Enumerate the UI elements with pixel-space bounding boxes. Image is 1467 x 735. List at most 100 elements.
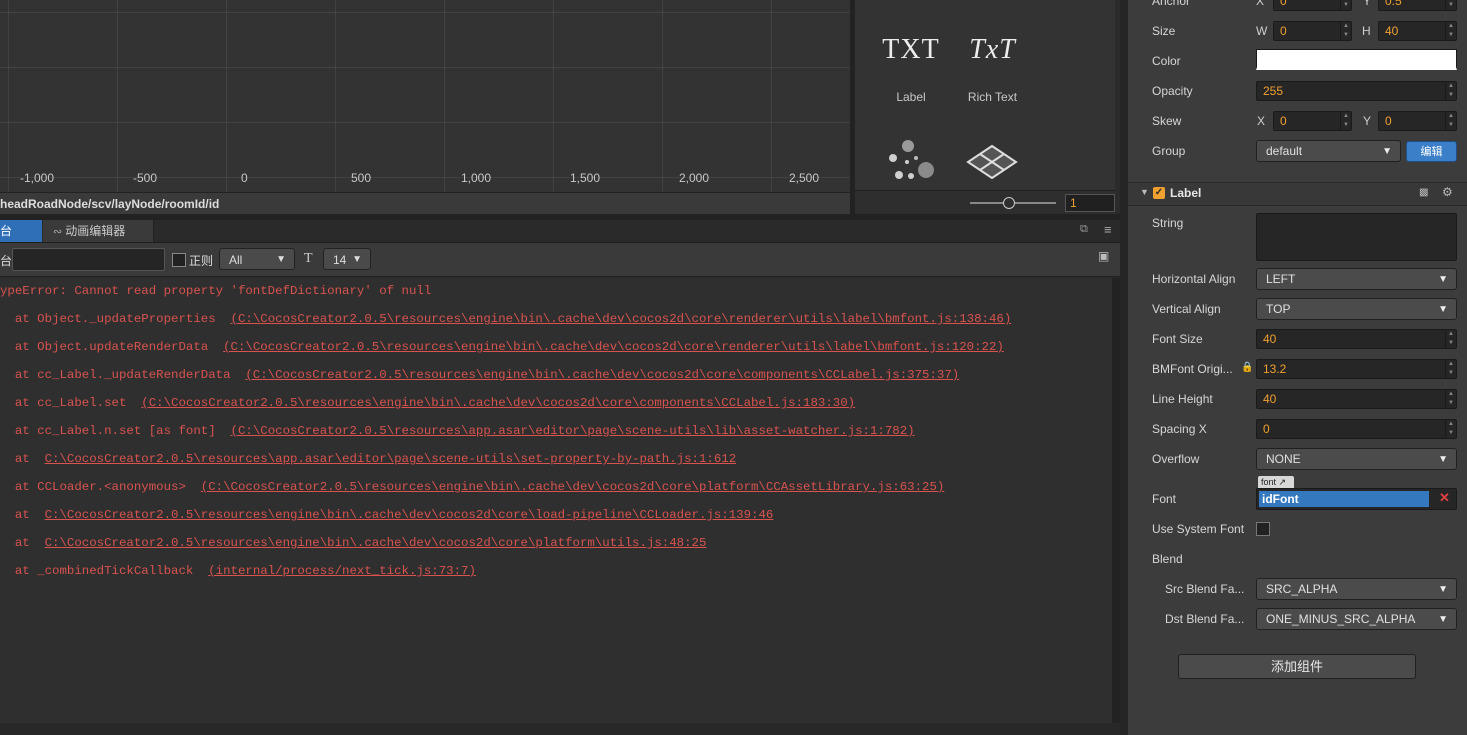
font-size-label: Font Size <box>1152 332 1203 346</box>
add-component-button[interactable]: 添加组件 <box>1178 654 1416 679</box>
collapse-arrow-icon[interactable]: ▼ <box>1140 187 1149 197</box>
line-height-label: Line Height <box>1152 392 1213 406</box>
vertical-align-label: Vertical Align <box>1152 302 1221 316</box>
anchor-y-field[interactable]: 0.5▲▼ <box>1378 0 1457 11</box>
gear-icon[interactable]: ⚙ <box>1442 185 1453 199</box>
tab-console[interactable]: 台 <box>0 220 42 242</box>
color-swatch[interactable] <box>1256 49 1457 70</box>
spacing-x-field[interactable]: 0 ▲ ▼ <box>1256 419 1457 439</box>
src-blend-select[interactable]: SRC_ALPHA ▼ <box>1256 578 1457 600</box>
font-size-field[interactable]: 40 ▲ ▼ <box>1256 329 1457 349</box>
opacity-field[interactable]: 255 ▲ ▼ <box>1256 81 1457 101</box>
size-w-field[interactable]: 0 ▲ ▼ <box>1273 21 1352 41</box>
rich-text-widget[interactable]: TxT Rich Text <box>955 34 1030 104</box>
axis-tick: 1,000 <box>461 171 492 185</box>
log-line: at cc_Label.n.set [as font] (C:\CocosCre… <box>0 424 915 438</box>
source-link[interactable]: (C:\CocosCreator2.0.5\resources\app.asar… <box>231 424 915 438</box>
tiledmap-widget-icon[interactable] <box>965 144 1019 180</box>
tab-animation-editor-label: 动画编辑器 <box>65 224 126 238</box>
use-system-font-checkbox[interactable] <box>1256 522 1270 536</box>
popout-icon[interactable]: ⧉ <box>1080 223 1088 236</box>
source-link[interactable]: (C:\CocosCreator2.0.5\resources\engine\b… <box>141 396 855 410</box>
console-toolbar: 台 正则 All ▼ T 14 ▼ ▣ <box>0 243 1120 277</box>
log-line: at cc_Label._updateRenderData (C:\CocosC… <box>0 368 960 382</box>
regex-checkbox[interactable] <box>172 253 186 267</box>
axis-tick: 2,500 <box>789 171 820 185</box>
vertical-align-select[interactable]: TOP ▼ <box>1256 298 1457 320</box>
console-footer <box>0 723 1120 735</box>
animation-icon: ∾ <box>53 226 63 238</box>
zoom-input[interactable]: 1 <box>1065 194 1115 212</box>
book-icon[interactable]: ▩ <box>1419 187 1428 198</box>
font-size-icon: T <box>304 251 313 266</box>
source-link[interactable]: (internal/process/next_tick.js:73:7) <box>208 564 476 578</box>
font-asset-type-tag: font ↗ <box>1258 476 1294 488</box>
source-link[interactable]: (C:\CocosCreator2.0.5\resources\engine\b… <box>223 340 1004 354</box>
horizontal-align-label: Horizontal Align <box>1152 272 1236 286</box>
panel-divider[interactable] <box>1120 0 1128 735</box>
regex-label: 正则 <box>189 254 214 268</box>
dst-blend-select[interactable]: ONE_MINUS_SRC_ALPHA ▼ <box>1256 608 1457 630</box>
zoom-slider-knob[interactable] <box>1003 197 1015 209</box>
source-link[interactable]: C:\CocosCreator2.0.5\resources\engine\bi… <box>45 508 774 522</box>
size-h-field[interactable]: 40 ▲ ▼ <box>1378 21 1457 41</box>
horizontal-align-select[interactable]: LEFT ▼ <box>1256 268 1457 290</box>
label-widget-label: Label <box>896 90 926 104</box>
console-filter-input[interactable] <box>12 248 165 271</box>
label-component-header[interactable]: ▼ ✓ Label ▩ ⚙ <box>1128 182 1467 206</box>
scene-view[interactable]: -1,000 -500 0 500 1,000 1,500 2,000 2,50… <box>0 0 850 192</box>
overflow-select[interactable]: NONE ▼ <box>1256 448 1457 470</box>
font-label: Font <box>1152 492 1177 506</box>
tab-animation-editor[interactable]: ∾ 动画编辑器 <box>43 220 154 242</box>
dst-blend-label: Dst Blend Fa... <box>1165 612 1245 626</box>
bmfont-size-label: BMFont Origi... <box>1152 362 1233 376</box>
anchor-x-field[interactable]: 0▲▼ <box>1273 0 1352 11</box>
source-link[interactable]: (C:\CocosCreator2.0.5\resources\engine\b… <box>201 480 945 494</box>
axis-tick: 500 <box>351 171 372 185</box>
opacity-label: Opacity <box>1152 84 1193 98</box>
group-label: Group <box>1152 144 1186 158</box>
skew-label: Skew <box>1152 114 1182 128</box>
source-link[interactable]: (C:\CocosCreator2.0.5\resources\engine\b… <box>245 368 959 382</box>
chevron-down-icon: ▼ <box>1438 304 1448 315</box>
anchor-y-axis: Y <box>1363 0 1372 8</box>
group-select[interactable]: default ▼ <box>1256 140 1401 162</box>
label-widget[interactable]: TXT Label <box>880 34 942 104</box>
skew-x-axis: X <box>1257 114 1266 128</box>
string-textarea[interactable] <box>1256 213 1457 261</box>
skew-y-field[interactable]: 0 ▲ ▼ <box>1378 111 1457 131</box>
log-level-select[interactable]: All ▼ <box>219 248 295 270</box>
font-asset-field[interactable]: idFont ✕ <box>1256 488 1457 510</box>
size-label: Size <box>1152 24 1176 38</box>
log-line: at cc_Label.set (C:\CocosCreator2.0.5\re… <box>0 396 856 410</box>
log-line: at Object.updateRenderData (C:\CocosCrea… <box>0 340 1004 354</box>
skew-x-field[interactable]: 0 ▲ ▼ <box>1273 111 1352 131</box>
bmfont-size-field[interactable]: 13.2 ▲ ▼ <box>1256 359 1457 379</box>
toolbar-clear-label[interactable]: 台 <box>0 252 12 269</box>
log-line: at C:\CocosCreator2.0.5\resources\app.as… <box>0 452 737 466</box>
group-edit-button[interactable]: 编辑 <box>1406 141 1457 162</box>
chevron-down-icon: ▼ <box>1438 454 1448 465</box>
node-path-breadcrumb: headRoadNode/scv/layNode/roomId/id <box>0 192 850 215</box>
font-size-select[interactable]: 14 ▼ <box>323 248 371 270</box>
source-link[interactable]: (C:\CocosCreator2.0.5\resources\engine\b… <box>231 312 1012 326</box>
axis-tick: -1,000 <box>20 171 55 185</box>
font-size-value: 14 <box>333 253 347 267</box>
source-link[interactable]: C:\CocosCreator2.0.5\resources\engine\bi… <box>45 536 707 550</box>
source-link[interactable]: C:\CocosCreator2.0.5\resources\app.asar\… <box>45 452 737 466</box>
log-line: at Object._updateProperties (C:\CocosCre… <box>0 312 1012 326</box>
console-log[interactable]: ypeError: Cannot read property 'fontDefD… <box>0 278 1112 723</box>
chevron-down-icon: ▼ <box>1382 146 1392 157</box>
clear-icon[interactable]: ✕ <box>1439 490 1450 506</box>
component-enabled-checkbox[interactable]: ✓ <box>1153 187 1165 199</box>
chevron-down-icon: ▼ <box>1438 584 1448 595</box>
particle-widget-icon[interactable] <box>885 136 937 184</box>
src-blend-label: Src Blend Fa... <box>1165 582 1245 596</box>
menu-icon[interactable]: ≡ <box>1104 222 1112 237</box>
line-height-field[interactable]: 40 ▲ ▼ <box>1256 389 1457 409</box>
console-scrollbar[interactable] <box>1112 278 1120 723</box>
collapse-icon[interactable]: ▣ <box>1098 249 1109 263</box>
axis-tick: 0 <box>241 171 248 185</box>
chevron-down-icon: ▼ <box>352 254 362 265</box>
log-line: at _combinedTickCallback (internal/proce… <box>0 564 476 578</box>
